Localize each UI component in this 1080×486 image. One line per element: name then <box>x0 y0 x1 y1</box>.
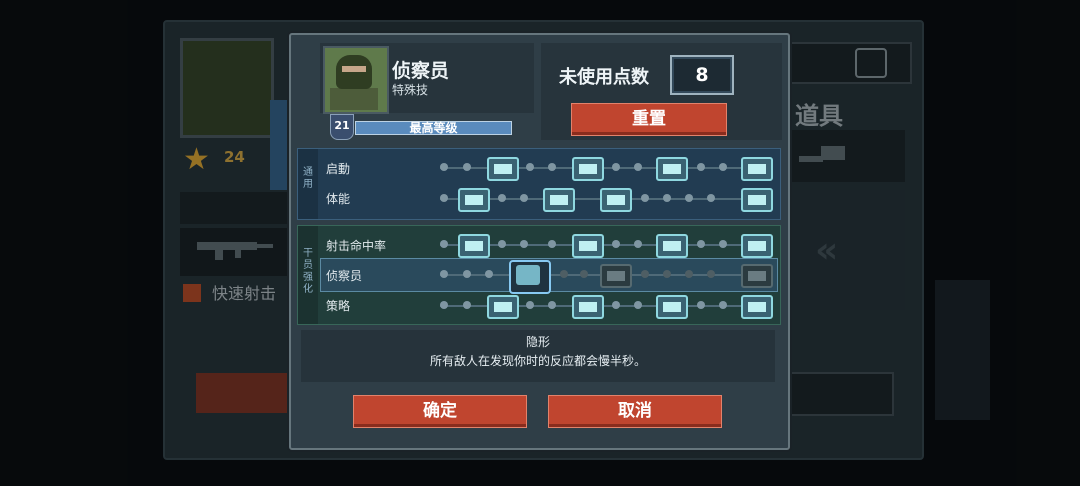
level-status: 最高等级 <box>409 121 458 135</box>
skill-dot <box>520 194 528 202</box>
skill-dot-locked <box>685 270 693 278</box>
skill-node[interactable] <box>572 295 604 319</box>
skill-title: 隐形 <box>525 335 550 349</box>
skill-description: 所有敌人在发现你时的反应都会慢半秒。 <box>429 354 646 368</box>
skill-node[interactable] <box>572 234 604 258</box>
skill-node[interactable] <box>487 295 519 319</box>
operator-name: 侦察员 <box>392 60 450 82</box>
reset-button[interactable]: 重置 <box>571 103 727 136</box>
skill-dot-locked <box>663 270 671 278</box>
skill-node[interactable] <box>656 157 688 181</box>
skill-node[interactable] <box>656 295 688 319</box>
skill-dot <box>707 194 715 202</box>
skill-dot <box>548 163 556 171</box>
skill-dot <box>697 240 705 248</box>
skill-dot <box>520 240 528 248</box>
row-label-startup: 启動 <box>326 162 351 176</box>
skill-dot <box>612 163 620 171</box>
skill-dot <box>719 240 727 248</box>
stealth-icon <box>516 265 540 285</box>
skill-dot <box>634 163 642 171</box>
skill-dot <box>685 194 693 202</box>
skill-dot-locked <box>580 270 588 278</box>
skill-dot <box>463 163 471 171</box>
unused-points-label: 未使用点数 <box>559 67 649 88</box>
skill-dot <box>440 301 448 309</box>
group-general-label: 通用 <box>303 167 313 190</box>
skill-dot <box>463 270 471 278</box>
operator-subtitle: 特殊技 <box>392 83 429 97</box>
row-label-strategy: 策略 <box>326 299 351 313</box>
skill-node-locked[interactable] <box>600 264 632 288</box>
skill-dot-locked <box>560 270 568 278</box>
portrait-body <box>330 88 378 110</box>
skill-dot <box>526 301 534 309</box>
tree-group-general: 通用 <box>297 148 781 220</box>
portrait-head <box>336 55 372 89</box>
skill-node[interactable] <box>741 188 773 212</box>
skill-node[interactable] <box>458 234 490 258</box>
skill-dot <box>719 301 727 309</box>
skill-dot <box>485 270 493 278</box>
skill-dot <box>440 163 448 171</box>
skill-node[interactable] <box>487 157 519 181</box>
skill-dot <box>719 163 727 171</box>
level-badge: 21 <box>330 114 354 140</box>
skill-dot <box>697 301 705 309</box>
skill-dot <box>697 163 705 171</box>
skill-dot <box>498 240 506 248</box>
skill-dot <box>440 240 448 248</box>
skill-dot-locked <box>707 270 715 278</box>
skill-node[interactable] <box>543 188 575 212</box>
portrait-eyes <box>342 66 366 72</box>
skill-dot <box>526 163 534 171</box>
group-operator-label: 干员强化 <box>303 248 313 295</box>
skill-node[interactable] <box>458 188 490 212</box>
skill-dot <box>663 194 671 202</box>
skill-node[interactable] <box>572 157 604 181</box>
skill-node[interactable] <box>656 234 688 258</box>
skill-node[interactable] <box>741 157 773 181</box>
skill-node[interactable] <box>600 188 632 212</box>
row-label-accuracy: 射击命中率 <box>326 239 387 253</box>
row-label-stamina: 体能 <box>326 192 351 206</box>
skill-dot <box>440 194 448 202</box>
skill-node[interactable] <box>741 295 773 319</box>
skill-dot <box>463 301 471 309</box>
unused-points-value: 8 <box>670 55 734 95</box>
skill-dot <box>548 301 556 309</box>
confirm-button[interactable]: 确定 <box>353 395 527 428</box>
skill-dot <box>548 240 556 248</box>
skill-dot <box>634 301 642 309</box>
skill-dot-locked <box>641 270 649 278</box>
skill-dot <box>498 194 506 202</box>
skill-dot <box>612 240 620 248</box>
skill-node[interactable] <box>741 234 773 258</box>
skill-dot <box>634 240 642 248</box>
skill-dot <box>440 270 448 278</box>
cancel-button[interactable]: 取消 <box>548 395 722 428</box>
skill-node-locked[interactable] <box>741 264 773 288</box>
skill-dot <box>641 194 649 202</box>
skill-dot <box>612 301 620 309</box>
row-label-scout: 侦察员 <box>326 269 363 283</box>
